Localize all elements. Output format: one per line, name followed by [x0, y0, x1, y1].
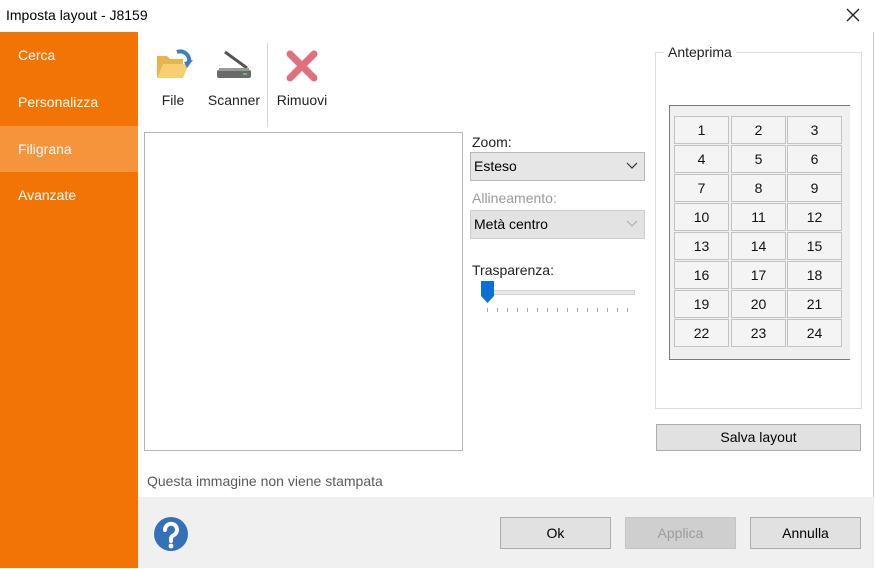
remove-x-icon [286, 50, 318, 82]
preview-cell[interactable]: 2 [731, 116, 786, 144]
sidebar: Cerca Personalizza Filigrana Avanzate [0, 32, 138, 568]
slider-tick [517, 308, 518, 312]
slider-tick [557, 308, 558, 312]
folder-open-icon [157, 49, 193, 78]
slider-tick [567, 308, 568, 312]
file-label: File [161, 92, 185, 108]
window-title: Imposta layout - J8159 [6, 7, 148, 23]
slider-tick [587, 308, 588, 312]
scanner-label: Scanner [207, 92, 261, 108]
preview-cell[interactable]: 6 [787, 145, 842, 173]
slider-tick [617, 308, 618, 312]
preview-cell[interactable]: 8 [731, 174, 786, 202]
transparency-slider-thumb[interactable] [481, 281, 494, 303]
preview-cell[interactable]: 7 [674, 174, 729, 202]
preview-cell[interactable]: 23 [731, 319, 786, 347]
slider-tick [597, 308, 598, 312]
slider-tick [507, 308, 508, 312]
title-bar: Imposta layout - J8159 [0, 0, 875, 32]
slider-tick [487, 308, 488, 312]
zoom-value: Esteso [474, 158, 517, 174]
slider-tick [577, 308, 578, 312]
transparency-label: Trasparenza: [472, 262, 554, 278]
zoom-label: Zoom: [472, 134, 512, 150]
slider-tick [497, 308, 498, 312]
preview-cell[interactable]: 12 [787, 203, 842, 231]
zoom-select[interactable]: Esteso [470, 152, 645, 181]
preview-cell[interactable]: 16 [674, 261, 729, 289]
chevron-down-icon [626, 162, 638, 169]
chevron-down-icon [626, 220, 638, 227]
preview-cell[interactable]: 10 [674, 203, 729, 231]
ok-button[interactable]: Ok [500, 517, 611, 549]
preview-cell[interactable]: 15 [787, 232, 842, 260]
alignment-select: Metà centro [470, 210, 645, 239]
preview-cell[interactable]: 1 [674, 116, 729, 144]
watermark-image-box[interactable] [144, 132, 463, 451]
save-layout-button[interactable]: Salva layout [656, 424, 861, 451]
toolbar-separator [267, 43, 268, 127]
sidebar-item-cerca[interactable]: Cerca [0, 32, 138, 78]
preview-cell[interactable]: 3 [787, 116, 842, 144]
sidebar-item-avanzate[interactable]: Avanzate [0, 172, 138, 218]
remove-button[interactable]: Rimuovi [273, 44, 331, 114]
preview-cell[interactable]: 17 [731, 261, 786, 289]
preview-cell[interactable]: 13 [674, 232, 729, 260]
file-button[interactable]: File [150, 44, 196, 114]
cancel-button[interactable]: Annulla [750, 517, 861, 549]
slider-tick [527, 308, 528, 312]
preview-cell[interactable]: 21 [787, 290, 842, 318]
sidebar-item-filigrana[interactable]: Filigrana [0, 126, 138, 172]
preview-cell[interactable]: 18 [787, 261, 842, 289]
help-icon[interactable] [153, 516, 189, 552]
preview-cell[interactable]: 5 [731, 145, 786, 173]
preview-cell[interactable]: 9 [787, 174, 842, 202]
slider-tick [607, 308, 608, 312]
preview-cell[interactable]: 20 [731, 290, 786, 318]
preview-cell[interactable]: 24 [787, 319, 842, 347]
close-icon[interactable] [842, 4, 864, 26]
slider-tick [537, 308, 538, 312]
alignment-label: Allineamento: [472, 190, 557, 206]
scanner-button[interactable]: Scanner [205, 44, 263, 114]
sidebar-item-personalizza[interactable]: Personalizza [0, 79, 138, 125]
image-note: Questa immagine non viene stampata [147, 473, 383, 489]
alignment-value: Metà centro [474, 216, 548, 232]
slider-tick [547, 308, 548, 312]
slider-tick [627, 308, 628, 312]
preview-cell[interactable]: 14 [731, 232, 786, 260]
apply-button: Applica [625, 517, 736, 549]
preview-title: Anteprima [664, 44, 736, 60]
remove-label: Rimuovi [276, 92, 328, 108]
scanner-icon [217, 50, 251, 78]
preview-cell[interactable]: 22 [674, 319, 729, 347]
preview-cell[interactable]: 19 [674, 290, 729, 318]
preview-cell[interactable]: 4 [674, 145, 729, 173]
transparency-slider-track[interactable] [484, 290, 635, 295]
preview-cell[interactable]: 11 [731, 203, 786, 231]
